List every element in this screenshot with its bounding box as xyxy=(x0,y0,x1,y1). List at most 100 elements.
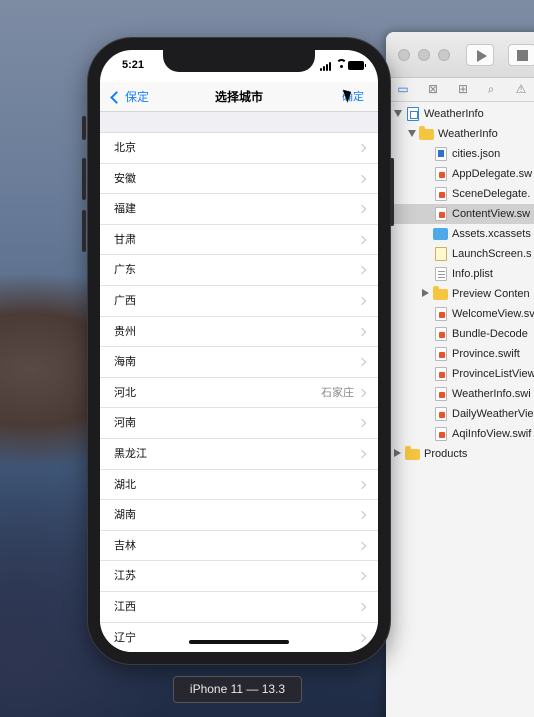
province-list: 北京 安徽 福建 甘肃 广东广西贵州海南河北 石家庄河南黑龙江湖北湖南吉林江苏江西辽宁 xyxy=(100,133,378,652)
disclosure-closed-icon[interactable] xyxy=(394,449,401,457)
province-row[interactable]: 海南 xyxy=(100,347,378,378)
disclosure-open-icon[interactable] xyxy=(408,130,416,137)
province-name: 河南 xyxy=(114,416,136,430)
province-name: 江西 xyxy=(114,599,136,613)
chevron-right-icon xyxy=(357,235,367,245)
battery-icon xyxy=(348,61,366,70)
tree-item-file[interactable]: ProvinceListView xyxy=(386,364,534,384)
folder-icon xyxy=(405,446,420,460)
province-row[interactable]: 河南 xyxy=(100,408,378,439)
run-button[interactable] xyxy=(466,44,494,66)
project-navigator-folder-icon[interactable]: ▭ xyxy=(394,81,412,97)
province-row[interactable]: 吉林 xyxy=(100,530,378,562)
chevron-right-icon xyxy=(357,572,367,581)
source-control-icon[interactable]: ⊠ xyxy=(424,81,442,97)
tree-item-group[interactable]: Preview Conten xyxy=(386,284,534,304)
stop-button[interactable] xyxy=(508,44,534,66)
tree-item-group[interactable]: Products xyxy=(386,444,534,464)
chevron-right-icon xyxy=(357,143,367,153)
swift-file-icon xyxy=(435,327,447,341)
province-row[interactable]: 河北 石家庄 xyxy=(100,377,378,409)
chevron-right-icon xyxy=(357,204,367,214)
selected-city-detail: 石家庄 xyxy=(321,385,354,399)
province-name: 湖北 xyxy=(114,477,136,491)
disclosure-closed-icon[interactable] xyxy=(422,289,429,297)
tree-item-file[interactable]: AqiInfoView.swif xyxy=(386,424,534,444)
province-row[interactable]: 甘肃 xyxy=(100,224,378,256)
signal-icon xyxy=(323,66,325,71)
tree-item-file[interactable]: Assets.xcassets xyxy=(386,224,534,244)
mute-switch xyxy=(82,116,86,140)
province-row[interactable]: 安徽 xyxy=(100,163,378,195)
tree-item-group[interactable]: WeatherInfo xyxy=(386,124,534,144)
project-icon xyxy=(407,107,419,121)
chevron-right-icon xyxy=(357,357,367,367)
chevron-right-icon xyxy=(357,296,367,306)
wifi-icon xyxy=(336,59,347,70)
folder-icon xyxy=(419,126,434,140)
tree-item-file[interactable]: Bundle-Decode xyxy=(386,324,534,344)
swift-file-icon xyxy=(435,367,447,381)
section-header xyxy=(100,112,378,133)
tree-item-file[interactable]: WeatherInfo.swi xyxy=(386,384,534,404)
province-name: 辽宁 xyxy=(114,630,136,644)
chevron-right-icon xyxy=(357,541,367,550)
chevron-right-icon xyxy=(357,602,367,612)
province-row[interactable]: 贵州 xyxy=(100,316,378,348)
province-row[interactable]: 黑龙江 xyxy=(100,438,378,470)
tree-item-file-selected[interactable]: ContentView.sw xyxy=(386,204,534,224)
province-row[interactable]: 江苏 xyxy=(100,561,378,592)
chevron-right-icon xyxy=(357,449,367,459)
issue-navigator-warning-icon[interactable]: ⚠ xyxy=(512,81,530,97)
chevron-right-icon xyxy=(357,633,367,642)
province-row[interactable]: 湖南 xyxy=(100,500,378,531)
tree-item-file[interactable]: LaunchScreen.s xyxy=(386,244,534,264)
navigator-tabs: ▭ ⊠ ⊞ ⌕ ⚠ xyxy=(386,78,534,102)
chevron-right-icon xyxy=(357,480,367,489)
swift-file-icon xyxy=(435,207,447,221)
volume-down-button xyxy=(82,210,86,252)
swift-file-icon xyxy=(435,407,447,421)
province-row[interactable]: 湖北 xyxy=(100,469,378,501)
province-name: 河北 xyxy=(114,385,136,399)
province-name: 广西 xyxy=(114,293,136,307)
province-name: 贵州 xyxy=(114,324,136,338)
swift-file-icon xyxy=(435,187,447,201)
tree-item-file[interactable]: AppDelegate.sw xyxy=(386,164,534,184)
province-row[interactable]: 福建 xyxy=(100,194,378,225)
tree-item-file[interactable]: Info.plist xyxy=(386,264,534,284)
navigation-bar: 保定 选择城市 确定 xyxy=(100,82,378,112)
symbol-navigator-icon[interactable]: ⊞ xyxy=(454,81,472,97)
province-name: 江苏 xyxy=(114,569,136,583)
tree-item-file[interactable]: DailyWeatherVie xyxy=(386,404,534,424)
phone-screen: 5:21 保定 选择城市 确定 北京 安徽 福建 甘肃 广东 广西 贵州 海南 河北 石家庄 河南黑… xyxy=(100,50,378,652)
assets-icon xyxy=(433,228,448,240)
xcode-titlebar xyxy=(386,32,534,78)
tree-item-file[interactable]: Province.swift xyxy=(386,344,534,364)
province-row[interactable]: 辽宁 xyxy=(100,622,378,652)
province-name: 湖南 xyxy=(114,508,136,522)
province-row[interactable]: 广东 xyxy=(100,255,378,286)
province-row[interactable]: 北京 xyxy=(100,133,378,164)
tree-item-project[interactable]: WeatherInfo xyxy=(386,104,534,124)
tree-item-file[interactable]: SceneDelegate. xyxy=(386,184,534,204)
swift-file-icon xyxy=(435,427,447,441)
tree-item-file[interactable]: cities.json xyxy=(386,144,534,164)
find-navigator-search-icon[interactable]: ⌕ xyxy=(482,81,500,97)
zoom-window-button[interactable] xyxy=(438,49,450,61)
signal-icon xyxy=(326,64,328,71)
tree-item-file[interactable]: WelcomeView.sv xyxy=(386,304,534,324)
simulator-device-label: iPhone 11 — 13.3 xyxy=(173,676,302,703)
power-button xyxy=(390,158,394,226)
disclosure-open-icon[interactable] xyxy=(394,110,402,117)
swift-file-icon xyxy=(435,307,447,321)
close-window-button[interactable] xyxy=(398,49,410,61)
chevron-right-icon xyxy=(357,388,367,397)
storyboard-icon xyxy=(435,247,447,261)
notch xyxy=(163,50,315,72)
home-indicator[interactable] xyxy=(189,640,289,644)
volume-up-button xyxy=(82,158,86,200)
minimize-window-button[interactable] xyxy=(418,49,430,61)
province-row[interactable]: 广西 xyxy=(100,285,378,317)
province-row[interactable]: 江西 xyxy=(100,591,378,623)
